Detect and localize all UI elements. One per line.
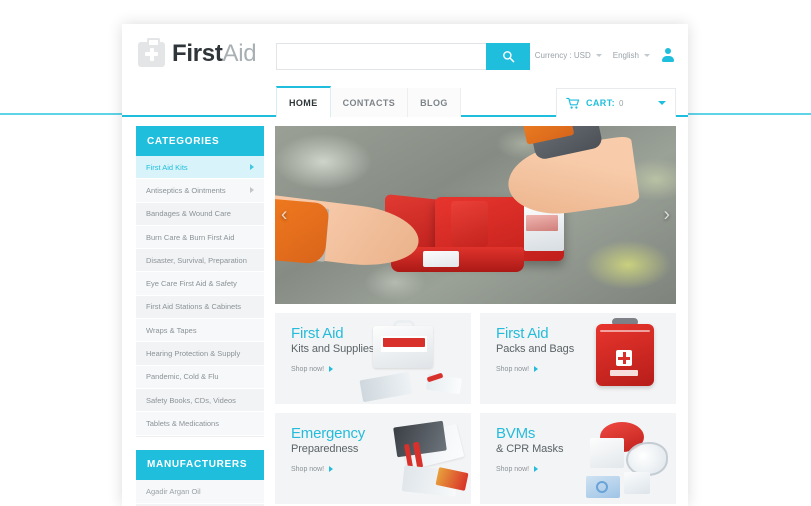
sidebar-item-hearing-protection[interactable]: Hearing Protection & Supply: [136, 342, 264, 366]
sidebar-item-wraps-tapes[interactable]: Wraps & Tapes: [136, 319, 264, 343]
page-body: CATEGORIES First Aid Kits Antiseptics & …: [122, 117, 688, 506]
sidebar-item-disaster-survival[interactable]: Disaster, Survival, Preparation: [136, 249, 264, 273]
category-label: Tablets & Medications: [146, 418, 219, 428]
main-navigation: HOME CONTACTS BLOG CART: 0: [122, 86, 688, 117]
category-label: Bandages & Wound Care: [146, 209, 231, 219]
sidebar-item-safety-books[interactable]: Safety Books, CDs, Videos: [136, 388, 264, 413]
arrow-right-icon: [329, 466, 334, 473]
sidebar-item-first-aid-stations[interactable]: First Aid Stations & Cabinets: [136, 295, 264, 320]
logo-bold: First: [172, 40, 223, 67]
promo-bvms-cpr-masks[interactable]: BVMs & CPR Masks Shop now!: [480, 413, 676, 504]
category-label: First Aid Kits: [146, 162, 188, 172]
category-label: Eye Care First Aid & Safety: [146, 279, 237, 289]
promo-artwork: [564, 420, 672, 500]
tab-blog[interactable]: BLOG: [408, 88, 461, 117]
hero-image: [275, 126, 676, 304]
sidebar-item-eye-care[interactable]: Eye Care First Aid & Safety: [136, 272, 264, 296]
promo-packs-bags[interactable]: First Aid Packs and Bags Shop now!: [480, 313, 676, 404]
category-label: Burn Care & Burn First Aid: [146, 232, 235, 242]
logo-light: Aid: [222, 40, 257, 67]
arrow-right-icon: [534, 466, 539, 473]
category-label: Antiseptics & Ointments: [146, 185, 226, 195]
category-label: Disaster, Survival, Preparation: [146, 255, 247, 265]
manufacturers-list: Agadir Argan Oil Agent Provocateur Anti-…: [136, 479, 264, 506]
sidebar-item-pandemic-cold-flu[interactable]: Pandemic, Cold & Flu: [136, 365, 264, 389]
cart-count: 0: [619, 98, 624, 108]
search-icon: [502, 51, 514, 63]
sidebar-item-antiseptics-ointments[interactable]: Antiseptics & Ointments: [136, 179, 264, 203]
promo-artwork: [564, 318, 672, 400]
cart-button[interactable]: CART: 0: [556, 88, 676, 117]
arrow-right-icon: [329, 366, 334, 373]
cart-label: CART:: [586, 98, 615, 108]
search-input[interactable]: [276, 43, 486, 70]
manufacturers-title: MANUFACTURERS: [136, 449, 264, 480]
logo-text: FirstAid: [172, 40, 257, 68]
header-utilities: Currency : USD English: [535, 48, 674, 62]
site-header: FirstAid Currency : USD English: [122, 24, 688, 88]
search-button[interactable]: [486, 43, 530, 70]
promo-cta-label: Shop now!: [291, 365, 325, 373]
category-label: Wraps & Tapes: [146, 325, 197, 335]
currency-label: Currency : USD: [534, 50, 591, 60]
sidebar-item-bandages-wound-care[interactable]: Bandages & Wound Care: [136, 202, 264, 226]
search-bar: [276, 43, 530, 70]
currency-selector[interactable]: Currency : USD: [535, 51, 602, 60]
site-logo[interactable]: FirstAid: [138, 37, 257, 68]
chevron-right-icon: [250, 187, 254, 194]
promo-cta-label: Shop now!: [291, 465, 325, 473]
promo-first-aid-kits[interactable]: First Aid Kits and Supplies Shop now!: [275, 313, 471, 404]
arrow-right-icon: [534, 366, 539, 373]
tab-home[interactable]: HOME: [276, 86, 331, 117]
chevron-right-icon[interactable]: ›: [664, 206, 670, 225]
promo-cta-label: Shop now!: [496, 465, 530, 473]
chevron-down-icon: [658, 101, 666, 105]
promo-artwork: [359, 420, 469, 500]
main-content: ‹ › First Aid Kits and Supplies Shop now…: [275, 126, 676, 506]
language-label: English: [612, 50, 639, 60]
site-page: FirstAid Currency : USD English HOME CON…: [122, 24, 688, 506]
medical-bag-icon: [138, 37, 165, 67]
sidebar-item-agadir-argan-oil[interactable]: Agadir Argan Oil: [136, 479, 264, 504]
screenshot-canvas: FirstAid Currency : USD English HOME CON…: [0, 0, 811, 506]
sidebar: CATEGORIES First Aid Kits Antiseptics & …: [136, 126, 264, 506]
promo-emergency-preparedness[interactable]: Emergency Preparedness Shop now!: [275, 413, 471, 504]
language-selector[interactable]: English: [613, 51, 650, 60]
sidebar-item-tablets-medications[interactable]: Tablets & Medications: [136, 412, 264, 436]
category-label: Hearing Protection & Supply: [146, 349, 241, 359]
sidebar-item-first-aid-kits[interactable]: First Aid Kits: [136, 156, 264, 180]
category-label: Safety Books, CDs, Videos: [146, 395, 236, 405]
chevron-left-icon[interactable]: ‹: [281, 206, 287, 225]
shopping-cart-icon: [566, 97, 580, 109]
category-label: Pandemic, Cold & Flu: [146, 372, 219, 382]
chevron-down-icon: [644, 53, 650, 57]
chevron-down-icon: [595, 53, 602, 57]
hero-carousel[interactable]: ‹ ›: [275, 126, 676, 304]
chevron-right-icon: [250, 164, 254, 171]
promo-artwork: [359, 320, 467, 403]
categories-title: CATEGORIES: [136, 126, 264, 156]
category-label: First Aid Stations & Cabinets: [146, 302, 242, 312]
nav-tabs: HOME CONTACTS BLOG: [276, 86, 461, 117]
promo-cta-label: Shop now!: [496, 365, 530, 373]
promo-banners: First Aid Kits and Supplies Shop now! Fi…: [275, 313, 676, 504]
tab-contacts[interactable]: CONTACTS: [330, 88, 409, 117]
user-icon[interactable]: [661, 48, 674, 62]
categories-list: First Aid Kits Antiseptics & Ointments B…: [136, 156, 264, 437]
sidebar-item-burn-care[interactable]: Burn Care & Burn First Aid: [136, 225, 264, 250]
